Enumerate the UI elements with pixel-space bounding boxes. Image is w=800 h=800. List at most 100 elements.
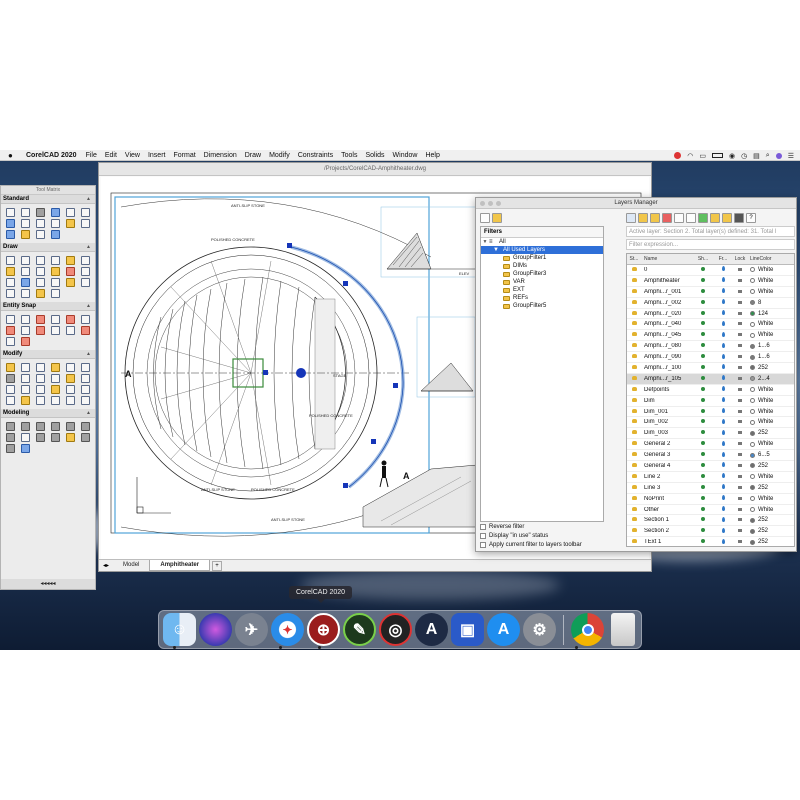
layer-name[interactable]: Line 2: [641, 474, 693, 480]
frozen-drop-icon[interactable]: [721, 418, 725, 424]
apply-icon[interactable]: [698, 213, 708, 223]
lock-icon[interactable]: [738, 376, 742, 380]
layer-color-cell[interactable]: 8: [747, 300, 791, 306]
layer-frozen-cell[interactable]: [713, 364, 733, 371]
lightbulb-icon[interactable]: [631, 495, 637, 500]
layer-shown-cell[interactable]: [693, 354, 713, 360]
tool-button[interactable]: [66, 326, 75, 335]
add-layout-button[interactable]: +: [212, 560, 223, 571]
layer-frozen-cell[interactable]: [713, 353, 733, 361]
layer-name[interactable]: Amphi...r_002: [641, 300, 693, 306]
layer-name[interactable]: Defpoints: [641, 387, 693, 393]
menu-tools[interactable]: Tools: [341, 152, 357, 159]
layer-status-cell[interactable]: [627, 397, 641, 404]
layer-status-cell[interactable]: [627, 452, 641, 458]
creative-cloud-icon[interactable]: [674, 152, 682, 159]
layer-frozen-cell[interactable]: [713, 440, 733, 448]
layer-frozen-cell[interactable]: [713, 266, 733, 273]
tool-button[interactable]: [51, 219, 60, 228]
shown-dot-icon[interactable]: [701, 430, 705, 435]
checkbox-box[interactable]: [480, 542, 486, 548]
lock-icon[interactable]: [738, 333, 742, 337]
shown-dot-icon[interactable]: [701, 452, 705, 457]
color-swatch[interactable]: [750, 321, 755, 327]
layer-row[interactable]: Dim_002 White: [627, 417, 794, 429]
layer-color-cell[interactable]: White: [747, 419, 791, 425]
tool-button[interactable]: [21, 326, 30, 335]
tool-button[interactable]: [36, 374, 45, 383]
tool-button[interactable]: [6, 289, 15, 298]
user-icon[interactable]: ◉: [729, 152, 735, 160]
layer-name[interactable]: 0: [641, 267, 693, 273]
filter-item[interactable]: DIMs: [481, 262, 603, 270]
coreldraw-icon[interactable]: ✎: [343, 613, 376, 646]
layer-name[interactable]: Dim_001: [641, 409, 693, 415]
layer-lock-cell[interactable]: [733, 300, 747, 306]
tool-button[interactable]: [51, 422, 60, 431]
tool-button[interactable]: [21, 444, 30, 453]
chevron-up-icon[interactable]: ▲: [86, 409, 91, 418]
layer-shown-cell[interactable]: [693, 506, 713, 513]
finder-icon[interactable]: ☺: [163, 613, 196, 646]
layer-color-cell[interactable]: White: [747, 507, 791, 513]
tool-button[interactable]: [81, 385, 90, 394]
corelcad-icon[interactable]: ⊕: [307, 613, 340, 646]
tool-button[interactable]: [81, 422, 90, 431]
tool-button[interactable]: [51, 374, 60, 383]
help-icon[interactable]: ?: [746, 213, 756, 223]
tool-button[interactable]: [51, 230, 60, 239]
layer-shown-cell[interactable]: [693, 397, 713, 404]
menu-modify[interactable]: Modify: [269, 152, 290, 159]
frozen-drop-icon[interactable]: [721, 331, 725, 337]
color-swatch[interactable]: [750, 278, 755, 284]
layer-shown-cell[interactable]: [693, 321, 713, 327]
tool-button[interactable]: [36, 385, 45, 394]
layer-name[interactable]: Amphi...r_020: [641, 311, 693, 317]
lightbulb-icon[interactable]: [631, 484, 637, 489]
color-swatch[interactable]: [750, 387, 755, 393]
lock-icon[interactable]: [738, 529, 742, 533]
layer-name[interactable]: Section 2: [641, 528, 693, 534]
layer-row[interactable]: Other White: [627, 505, 794, 516]
layer-row[interactable]: Amphi...r_002 8: [627, 298, 794, 309]
layer-frozen-cell[interactable]: [713, 451, 733, 459]
frozen-drop-icon[interactable]: [721, 353, 725, 359]
tool-button[interactable]: [6, 422, 15, 431]
layer-name[interactable]: Amphi...r_080: [641, 343, 693, 349]
color-swatch[interactable]: [750, 376, 755, 382]
tool-button[interactable]: [21, 337, 30, 346]
layer-status-cell[interactable]: [627, 354, 641, 360]
lightbulb-icon[interactable]: [631, 473, 637, 478]
section-draw[interactable]: Draw ▲: [1, 243, 95, 252]
tool-button[interactable]: [6, 385, 15, 394]
tool-button[interactable]: [21, 219, 30, 228]
layer-color-cell[interactable]: White: [747, 289, 791, 295]
layer-lock-cell[interactable]: [733, 343, 747, 349]
search-icon[interactable]: ⌕: [766, 152, 770, 160]
layer-name[interactable]: Dim: [641, 398, 693, 404]
filter-item[interactable]: ▼ ≡ All: [481, 238, 603, 246]
layer-color-cell[interactable]: 124: [747, 311, 791, 317]
layer-status-cell[interactable]: [627, 299, 641, 306]
tool-button[interactable]: [51, 256, 60, 265]
layer-frozen-cell[interactable]: [713, 310, 733, 317]
layer-frozen-cell[interactable]: [713, 408, 733, 415]
menu-constraints[interactable]: Constraints: [298, 152, 333, 159]
shown-dot-icon[interactable]: [701, 462, 705, 467]
lock-icon[interactable]: [738, 322, 742, 326]
filter-item[interactable]: ▼ All Used Layers: [481, 246, 603, 254]
layer-frozen-cell[interactable]: [713, 516, 733, 524]
section-entity-snap[interactable]: Entity Snap ▲: [1, 302, 95, 311]
layer-name[interactable]: Amphi...r_040: [641, 321, 693, 327]
layer-color-cell[interactable]: 1...6: [747, 354, 791, 360]
layer-name[interactable]: Amphi...r_090: [641, 354, 693, 360]
col-lock[interactable]: Lock: [733, 256, 747, 262]
color-swatch[interactable]: [750, 354, 755, 360]
tool-button[interactable]: [51, 396, 60, 405]
tool-button[interactable]: [66, 363, 75, 372]
layer-frozen-cell[interactable]: [713, 277, 733, 284]
siri-icon[interactable]: [199, 613, 232, 646]
lock-icon[interactable]: [738, 485, 742, 489]
tool-button[interactable]: [21, 422, 30, 431]
layer-states-icon[interactable]: [710, 213, 720, 223]
